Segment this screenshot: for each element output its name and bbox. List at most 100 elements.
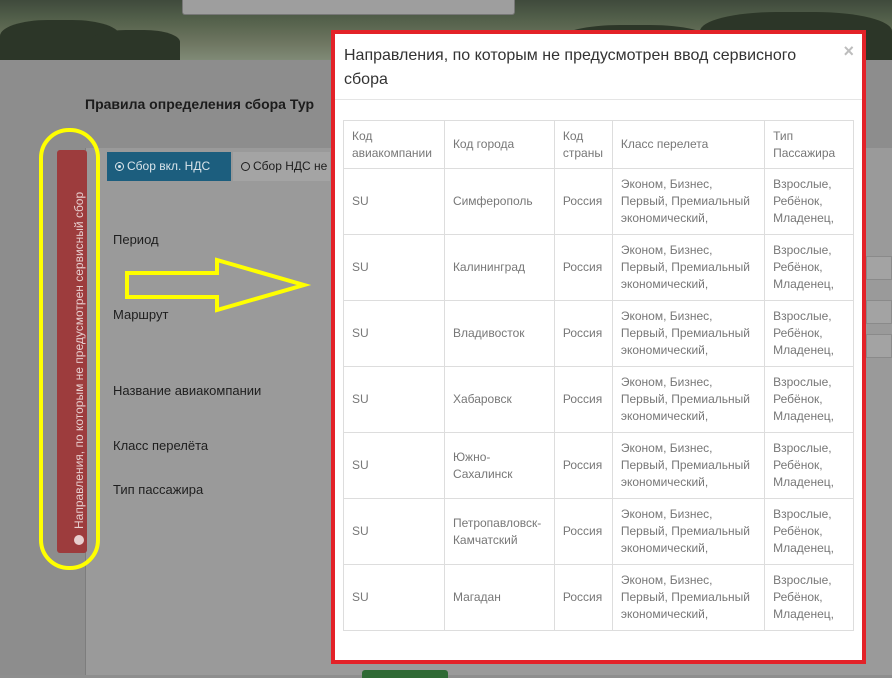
cell-text: Россия xyxy=(562,590,603,604)
cell-text: SU xyxy=(352,260,369,274)
cell-country: Россия xyxy=(553,432,613,499)
page-title: Правила определения сбора Тур xyxy=(85,96,315,112)
cell-text: Взрослые, Ребёнок, Младенец, xyxy=(773,573,834,621)
cell-text: Калининград xyxy=(452,260,525,274)
cell-text: Взрослые, Ребёнок, Младенец, xyxy=(773,375,834,423)
cell-class: Эконом, Бизнес, Первый, Премиальный экон… xyxy=(611,498,766,565)
cell-passenger: Взрослые, Ребёнок, Младенец, xyxy=(764,366,854,433)
directions-modal: Направления, по которым не предусмотрен … xyxy=(331,30,866,664)
column-header: Код города xyxy=(443,120,555,169)
cell-country: Россия xyxy=(553,168,613,235)
cell-text: Эконом, Бизнес, Первый, Премиальный экон… xyxy=(620,243,750,291)
cell-class: Эконом, Бизнес, Первый, Премиальный экон… xyxy=(611,234,766,301)
cell-text: Эконом, Бизнес, Первый, Премиальный экон… xyxy=(620,507,750,555)
cell-passenger: Взрослые, Ребёнок, Младенец, xyxy=(764,300,854,367)
cell-text: Южно-Сахалинск xyxy=(452,449,513,481)
cell-text: Россия xyxy=(562,326,603,340)
cell-city: Владивосток xyxy=(443,300,555,367)
cell-text: SU xyxy=(352,590,369,604)
cell-airline: SU xyxy=(343,300,445,367)
label-period: Период xyxy=(113,232,159,247)
submit-button[interactable] xyxy=(362,670,448,678)
cell-text: Эконом, Бизнес, Первый, Премиальный экон… xyxy=(620,441,750,489)
radio-checked-icon xyxy=(115,162,124,171)
label-airline-name: Название авиакомпании xyxy=(113,383,262,398)
table-row: SU Петропавловск-Камчатский Россия Эконом, … xyxy=(343,498,854,565)
cell-class: Эконом, Бизнес, Первый, Премиальный экон… xyxy=(611,432,766,499)
cell-text: Эконом, Бизнес, Первый, Премиальный экон… xyxy=(620,309,750,357)
cell-text: Хабаровск xyxy=(452,392,512,406)
annotation-arrow xyxy=(125,257,312,313)
column-header: Код страны xyxy=(553,120,613,169)
cell-country: Россия xyxy=(553,234,613,301)
cell-city: Хабаровск xyxy=(443,366,555,433)
column-header: Код авиакомпании xyxy=(343,120,445,169)
cell-city: Южно-Сахалинск xyxy=(443,432,555,499)
input-field-edge[interactable] xyxy=(866,256,892,280)
cell-city: Калининград xyxy=(443,234,555,301)
cell-text: Россия xyxy=(562,458,603,472)
table-row: SU Магадан Россия Эконом, Бизнес, Первый, П… xyxy=(343,564,854,631)
cell-passenger: Взрослые, Ребёнок, Младенец, xyxy=(764,498,854,565)
cell-country: Россия xyxy=(553,366,613,433)
cell-airline: SU xyxy=(343,234,445,301)
cell-country: Россия xyxy=(553,498,613,565)
close-icon[interactable]: × xyxy=(843,42,854,60)
tab-fee-vat-not[interactable]: Сбор НДС не xyxy=(233,152,330,181)
cell-text: Взрослые, Ребёнок, Младенец, xyxy=(773,507,834,555)
table-row: SU Калининград Россия Эконом, Бизнес, Первы… xyxy=(343,234,854,301)
cell-text: Эконом, Бизнес, Первый, Премиальный экон… xyxy=(620,573,750,621)
cell-airline: SU xyxy=(343,432,445,499)
label-flight-class: Класс перелёта xyxy=(113,438,209,453)
cell-text: SU xyxy=(352,458,369,472)
cell-text: Россия xyxy=(562,194,603,208)
search-bar[interactable] xyxy=(182,0,515,15)
highlight-oval xyxy=(39,128,100,570)
cell-text: Эконом, Бизнес, Первый, Премиальный экон… xyxy=(620,375,750,423)
modal-header: Направления, по которым не предусмотрен … xyxy=(335,34,862,100)
cell-text: Взрослые, Ребёнок, Младенец, xyxy=(773,243,834,291)
cell-text: SU xyxy=(352,194,369,208)
cell-passenger: Взрослые, Ребёнок, Младенец, xyxy=(764,432,854,499)
cell-passenger: Взрослые, Ребёнок, Младенец, xyxy=(764,564,854,631)
cell-passenger: Взрослые, Ребёнок, Младенец, xyxy=(764,234,854,301)
tab-fee-incl-vat[interactable]: Сбор вкл. НДС xyxy=(107,152,231,181)
radio-unchecked-icon xyxy=(241,162,250,171)
cell-text: SU xyxy=(352,326,369,340)
label-passenger-type: Тип пассажира xyxy=(113,482,204,497)
cell-city: Петропавловск-Камчатский xyxy=(443,498,555,565)
cell-text: SU xyxy=(352,392,369,406)
cell-class: Эконом, Бизнес, Первый, Премиальный экон… xyxy=(611,168,766,235)
table-row: SU Владивосток Россия Эконом, Бизнес, Первы… xyxy=(343,300,854,367)
cell-country: Россия xyxy=(553,300,613,367)
tab-label: Сбор вкл. НДС xyxy=(127,159,211,173)
cell-passenger: Взрослые, Ребёнок, Младенец, xyxy=(764,168,854,235)
cell-class: Эконом, Бизнес, Первый, Премиальный экон… xyxy=(611,564,766,631)
cell-airline: SU xyxy=(343,366,445,433)
table-header-row: Код авиакомпании Код города Код страны К… xyxy=(343,120,854,169)
tab-label: Сбор НДС не xyxy=(253,159,328,173)
cell-class: Эконом, Бизнес, Первый, Премиальный экон… xyxy=(611,366,766,433)
input-field-edge[interactable] xyxy=(866,334,892,358)
table-row: SU Южно-Сахалинск Россия Эконом, Бизнес, Пе… xyxy=(343,432,854,499)
cell-text: Магадан xyxy=(452,590,501,604)
cell-city: Магадан xyxy=(443,564,555,631)
cell-airline: SU xyxy=(343,168,445,235)
column-header: Класс перелета xyxy=(611,120,766,169)
input-field-edge[interactable] xyxy=(866,300,892,324)
cell-text: Россия xyxy=(562,392,603,406)
cell-text: Взрослые, Ребёнок, Младенец, xyxy=(773,309,834,357)
cell-country: Россия xyxy=(553,564,613,631)
cell-text: Россия xyxy=(562,260,603,274)
cell-text: Эконом, Бизнес, Первый, Премиальный экон… xyxy=(620,177,750,225)
column-header: Тип Пассажира xyxy=(764,120,854,169)
directions-table: Код авиакомпании Код города Код страны К… xyxy=(343,120,854,631)
cell-class: Эконом, Бизнес, Первый, Премиальный экон… xyxy=(611,300,766,367)
cell-airline: SU xyxy=(343,498,445,565)
modal-title: Направления, по которым не предусмотрен … xyxy=(344,47,797,88)
cell-text: Владивосток xyxy=(452,326,525,340)
cell-text: Взрослые, Ребёнок, Младенец, xyxy=(773,177,834,225)
cell-text: Взрослые, Ребёнок, Младенец, xyxy=(773,441,834,489)
table-row: SU Хабаровск Россия Эконом, Бизнес, Первый,… xyxy=(343,366,854,433)
table-row: SU Симферополь Россия Эконом, Бизнес, Первы… xyxy=(343,168,854,235)
